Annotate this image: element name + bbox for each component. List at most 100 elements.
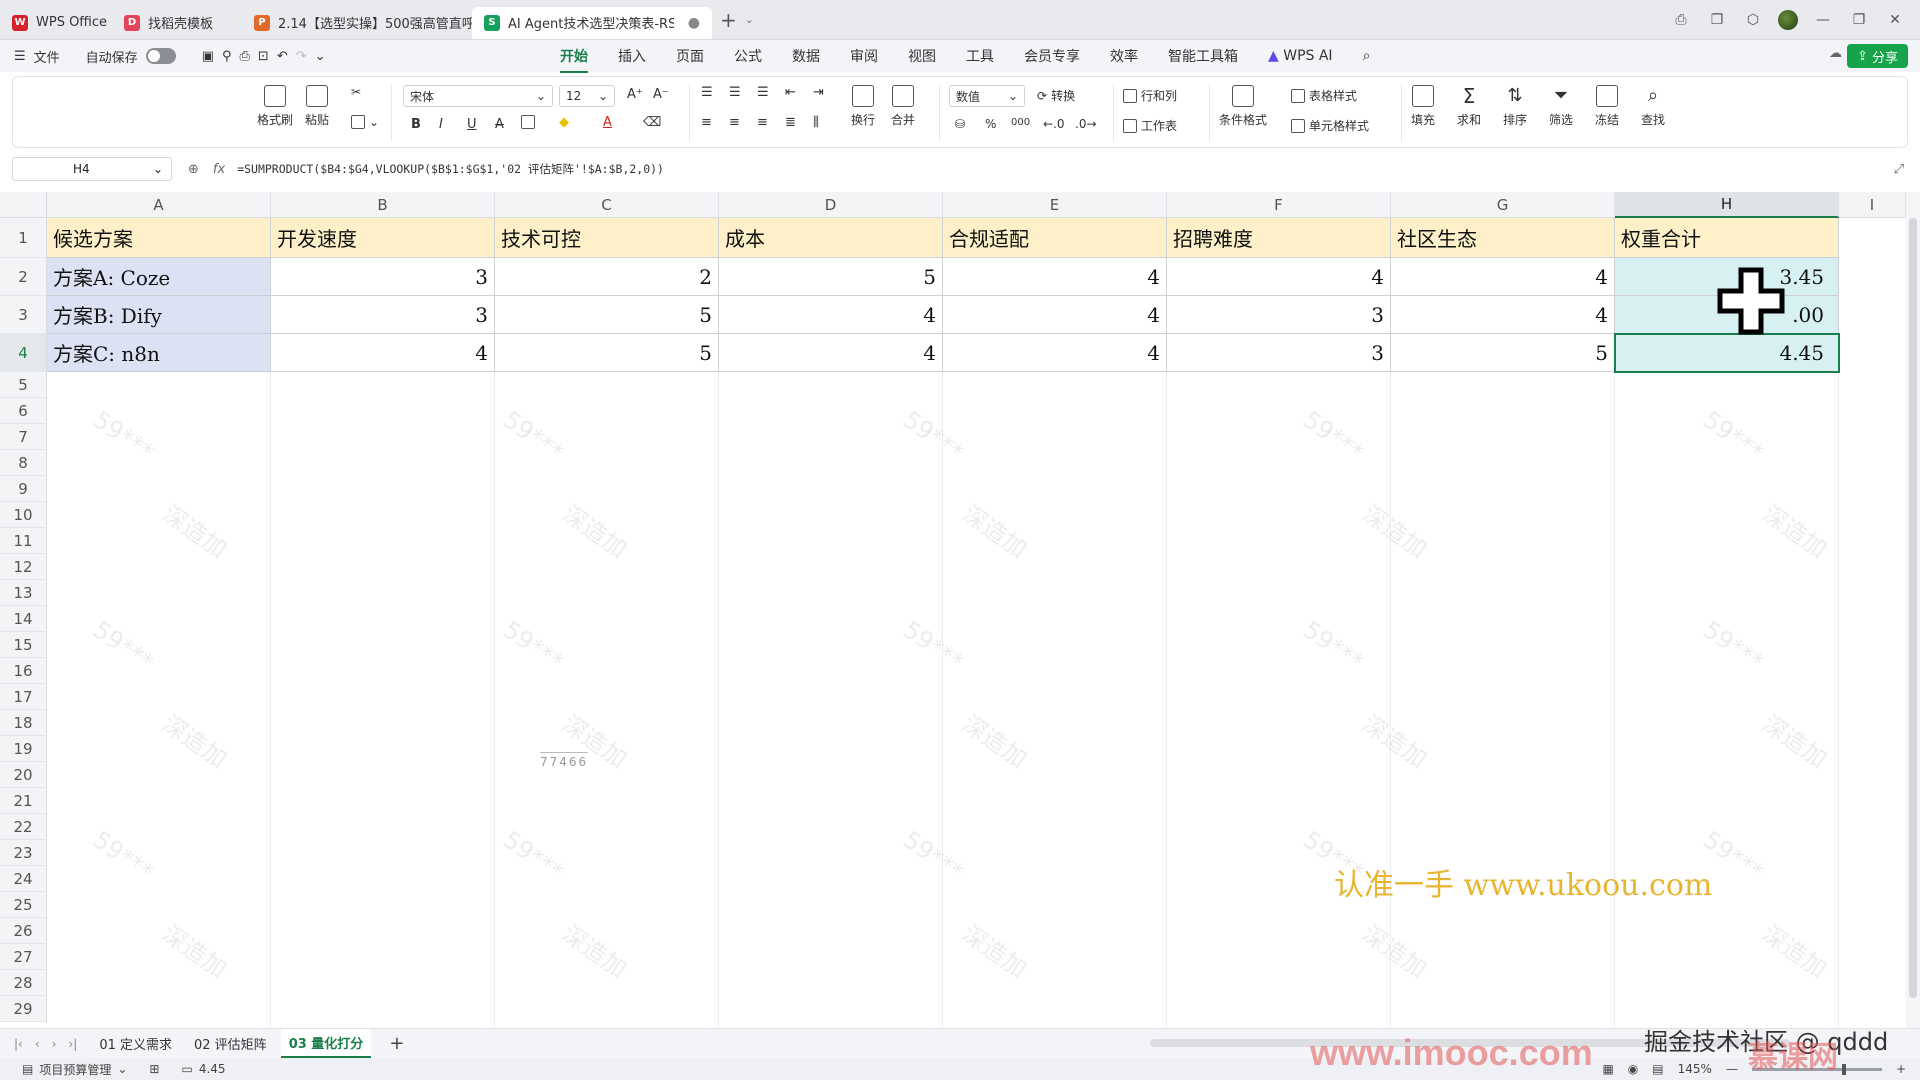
tab-docer-templates[interactable]: D 找稻壳模板	[112, 7, 242, 39]
column-header-f[interactable]: F	[1167, 192, 1391, 218]
align-left-icon[interactable]: ≡	[701, 115, 712, 130]
screenshot-icon[interactable]: ⎙	[1670, 9, 1692, 31]
row-header[interactable]: 2	[0, 258, 47, 296]
tab-data[interactable]: 数据	[792, 46, 820, 66]
cell-score[interactable]: 5	[719, 258, 943, 296]
tab-list-chevron-icon[interactable]: ⌄	[745, 13, 754, 26]
row-header[interactable]: 16	[0, 658, 47, 684]
search-icon[interactable]: ⌕	[1363, 48, 1371, 64]
row-header[interactable]: 22	[0, 814, 47, 840]
cube-icon[interactable]: ⬡	[1742, 9, 1764, 31]
cell-score[interactable]: 4	[1167, 258, 1391, 296]
underline-button[interactable]: U	[467, 117, 477, 132]
formula-input[interactable]: =SUMPRODUCT($B4:$G4,VLOOKUP($B$1:$G$1,'0…	[237, 161, 664, 177]
cell-score[interactable]: 4	[943, 334, 1167, 372]
file-menu[interactable]: 文件	[34, 47, 60, 66]
tab-smart-toolbox[interactable]: 智能工具箱	[1168, 46, 1238, 66]
row-header[interactable]: 12	[0, 554, 47, 580]
column-header-e[interactable]: E	[943, 192, 1167, 218]
align-top-icon[interactable]: ☰	[701, 85, 713, 100]
zoom-formula-icon[interactable]: ⊕	[188, 162, 199, 177]
page-layout-icon[interactable]: ▤	[1652, 1062, 1663, 1076]
expand-formula-icon[interactable]: ⤢	[1894, 162, 1904, 177]
row-header[interactable]: 19	[0, 736, 47, 762]
cell-score[interactable]: 3	[1167, 296, 1391, 334]
cell-g1-header[interactable]: 社区生态	[1391, 218, 1615, 258]
cell-score[interactable]: 2	[495, 258, 719, 296]
align-right-icon[interactable]: ≡	[757, 115, 768, 130]
normal-view-icon[interactable]: ▦	[1602, 1062, 1613, 1076]
cell-d1-header[interactable]: 成本	[719, 218, 943, 258]
zoom-out-icon[interactable]: —	[1726, 1062, 1738, 1076]
cloud-icon[interactable]: ☁	[1829, 46, 1842, 61]
cell-score[interactable]: 5	[1391, 334, 1615, 372]
redo-icon[interactable]: ↷	[296, 49, 307, 64]
tab-efficiency[interactable]: 效率	[1110, 46, 1138, 66]
cell-score[interactable]: 5	[495, 334, 719, 372]
row-header[interactable]: 25	[0, 892, 47, 918]
rows-cols-button[interactable]: 行和列	[1123, 87, 1177, 104]
border-icon[interactable]	[521, 115, 535, 133]
sheet-tab-quantitative-scoring[interactable]: 03 量化打分	[280, 1029, 372, 1058]
font-color-icon[interactable]: A	[603, 115, 612, 130]
cell-f1-header[interactable]: 招聘难度	[1167, 218, 1391, 258]
row-header[interactable]: 24	[0, 866, 47, 892]
fill-button[interactable]: 填充	[1411, 85, 1435, 128]
indent-increase-icon[interactable]: ⇥	[813, 85, 824, 100]
tab-insert[interactable]: 插入	[618, 46, 646, 66]
cell-score[interactable]: 4	[943, 296, 1167, 334]
cell-score[interactable]: 4	[1391, 296, 1615, 334]
share-button[interactable]: ⇪ 分享	[1847, 44, 1908, 68]
cell-candidate-name[interactable]: 方案C: n8n	[47, 334, 271, 372]
vertical-scrollbar[interactable]	[1906, 192, 1920, 1028]
decrease-decimal-icon[interactable]: .0→	[1075, 117, 1097, 131]
copy-icon[interactable]: ⌄	[351, 115, 379, 129]
currency-icon[interactable]: ⛁	[955, 117, 965, 131]
row-header[interactable]: 10	[0, 502, 47, 528]
worksheet-button[interactable]: 工作表	[1123, 117, 1177, 134]
row-header[interactable]: 23	[0, 840, 47, 866]
cell-score[interactable]: 5	[495, 296, 719, 334]
strikethrough-button[interactable]: A	[495, 117, 504, 132]
tab-spreadsheet-active[interactable]: S AI Agent技术选型决策表-RSS版 ●	[472, 6, 712, 39]
pin-icon[interactable]: ⚲	[222, 49, 232, 64]
minimize-icon[interactable]: —	[1812, 9, 1834, 31]
last-sheet-icon[interactable]: ›|	[68, 1037, 77, 1051]
print-preview-icon[interactable]: ⊡	[258, 49, 269, 64]
align-center-icon[interactable]: ≡	[729, 115, 740, 130]
zoom-in-icon[interactable]: +	[1896, 1062, 1906, 1076]
cell-score[interactable]: 4	[719, 334, 943, 372]
cell-a1-header[interactable]: 候选方案	[47, 218, 271, 258]
row-header[interactable]: 11	[0, 528, 47, 554]
spreadsheet-grid[interactable]: A B C D E F G H I 1 2 3 4 5 6 7 8 9 10 1…	[0, 192, 1906, 1028]
tab-view[interactable]: 视图	[908, 46, 936, 66]
find-button[interactable]: ⌕ 查找	[1641, 85, 1665, 128]
tab-ppt-document[interactable]: P 2.14【选型实操】500强高管直呼真	[242, 7, 472, 39]
fill-color-icon[interactable]: ◆	[559, 115, 569, 130]
distribute-icon[interactable]: ⫼	[813, 115, 819, 130]
format-painter-button[interactable]: 格式刷	[257, 85, 293, 128]
cell-b1-header[interactable]: 开发速度	[271, 218, 495, 258]
row-header[interactable]: 13	[0, 580, 47, 606]
cell-weighted-total-selected[interactable]: 4.45	[1615, 334, 1839, 372]
percent-button[interactable]: %	[985, 117, 996, 131]
window-mode-icon[interactable]: ❐	[1706, 9, 1728, 31]
increase-font-icon[interactable]: A⁺	[627, 87, 643, 102]
row-header[interactable]: 5	[0, 372, 47, 398]
sort-button[interactable]: ⇅ 排序	[1503, 85, 1527, 128]
column-header-d[interactable]: D	[719, 192, 943, 218]
cell-score[interactable]: 3	[271, 296, 495, 334]
sum-button[interactable]: Σ 求和	[1457, 85, 1481, 128]
bold-button[interactable]: B	[411, 117, 421, 132]
row-header[interactable]: 18	[0, 710, 47, 736]
italic-button[interactable]: I	[439, 117, 443, 132]
row-header[interactable]: 29	[0, 996, 47, 1022]
add-sheet-icon[interactable]: +	[389, 1033, 404, 1054]
cell-candidate-name[interactable]: 方案A: Coze	[47, 258, 271, 296]
paste-button[interactable]: 粘贴	[305, 85, 329, 128]
next-sheet-icon[interactable]: ›	[52, 1037, 57, 1051]
increase-decimal-icon[interactable]: ←.0	[1043, 117, 1065, 131]
freeze-button[interactable]: 冻结	[1595, 85, 1619, 128]
row-header[interactable]: 15	[0, 632, 47, 658]
restore-icon[interactable]: ❐	[1848, 9, 1870, 31]
